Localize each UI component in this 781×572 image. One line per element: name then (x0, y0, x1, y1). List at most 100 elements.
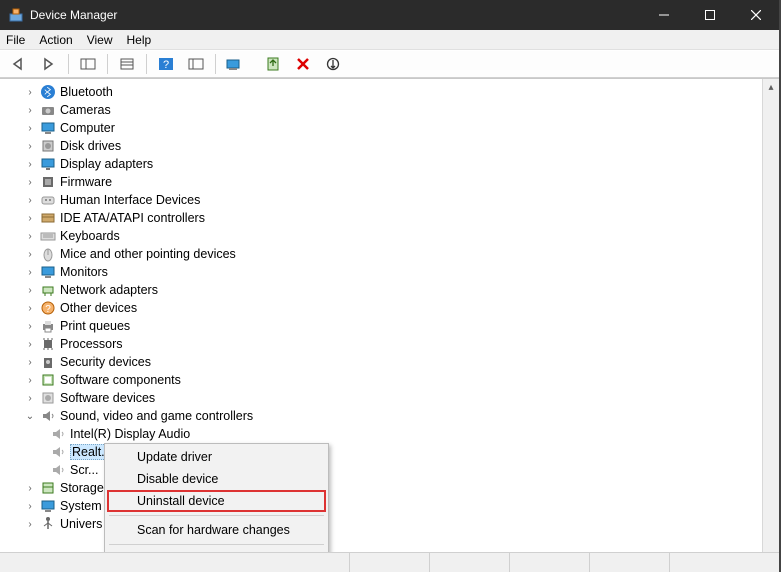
tree-item-label: Storage (60, 481, 104, 495)
tree-item[interactable]: ›Mice and other pointing devices (0, 245, 762, 263)
tree-item[interactable]: › Print queues (0, 317, 762, 335)
firmware-icon (40, 174, 56, 190)
close-button[interactable] (733, 0, 779, 30)
chevron-right-icon[interactable]: › (24, 230, 36, 242)
tree-item[interactable]: ›Display adapters (0, 155, 762, 173)
tree-item[interactable]: ›Disk drives (0, 137, 762, 155)
tree-item-label: Monitors (60, 265, 108, 279)
menu-file[interactable]: File (6, 33, 25, 47)
minimize-button[interactable] (641, 0, 687, 30)
tree-item[interactable]: › Computer (0, 119, 762, 137)
context-menu-item[interactable]: Uninstall device (107, 490, 326, 512)
chevron-right-icon[interactable]: › (24, 86, 36, 98)
menu-action[interactable]: Action (39, 33, 72, 47)
tree-item[interactable]: ›Cameras (0, 101, 762, 119)
tree-item[interactable]: ⌄ Sound, video and game controllers (0, 407, 762, 425)
softcomp-icon (40, 372, 56, 388)
context-menu-item[interactable]: Update driver (107, 446, 326, 468)
uninstall-button[interactable] (291, 53, 315, 75)
menu-help[interactable]: Help (127, 33, 152, 47)
chevron-right-icon[interactable]: › (24, 248, 36, 260)
audio-icon (50, 444, 66, 460)
context-menu-item[interactable]: Disable device (107, 468, 326, 490)
ide-icon (40, 210, 56, 226)
chevron-right-icon[interactable]: › (24, 266, 36, 278)
chevron-right-icon[interactable]: › (24, 518, 36, 530)
toolbar: ? (0, 50, 779, 78)
tree-child-item[interactable]: Intel(R) Display Audio (0, 425, 762, 443)
chevron-right-icon[interactable]: › (24, 338, 36, 350)
back-button[interactable] (7, 53, 31, 75)
camera-icon (40, 102, 56, 118)
scroll-up-icon[interactable]: ▴ (763, 79, 779, 96)
storage-icon (40, 480, 56, 496)
tree-item-label: Human Interface Devices (60, 193, 200, 207)
vertical-scrollbar[interactable]: ▴ (762, 79, 779, 552)
chevron-right-icon[interactable]: › (24, 302, 36, 314)
cpu-icon (40, 336, 56, 352)
chevron-right-icon[interactable]: › (24, 392, 36, 404)
chevron-right-icon[interactable]: › (24, 374, 36, 386)
tree-item-label: Univers (60, 517, 102, 531)
tree-item[interactable]: ›Software devices (0, 389, 762, 407)
chevron-right-icon[interactable]: › (24, 140, 36, 152)
system-icon (40, 498, 56, 514)
context-menu-item[interactable]: Properties (107, 548, 326, 552)
mouse-icon (40, 246, 56, 262)
disk-icon (40, 138, 56, 154)
chevron-right-icon[interactable]: › (24, 212, 36, 224)
tree-item[interactable]: › Security devices (0, 353, 762, 371)
chevron-right-icon[interactable]: › (24, 104, 36, 116)
chevron-right-icon[interactable]: › (24, 194, 36, 206)
chevron-right-icon[interactable]: › (24, 122, 36, 134)
tree-item[interactable]: › Human Interface Devices (0, 191, 762, 209)
tree-item[interactable]: › Firmware (0, 173, 762, 191)
tree-item-label: Bluetooth (60, 85, 113, 99)
audio-icon (50, 462, 66, 478)
context-menu-separator (109, 544, 324, 545)
app-icon (8, 7, 24, 23)
tree-item[interactable]: ›IDE ATA/ATAPI controllers (0, 209, 762, 227)
tree-item[interactable]: ›Keyboards (0, 227, 762, 245)
tree-item[interactable]: ›Software components (0, 371, 762, 389)
computer-icon (40, 120, 56, 136)
chevron-down-icon[interactable]: ⌄ (24, 410, 36, 422)
tree-item-label: Network adapters (60, 283, 158, 297)
chevron-right-icon[interactable]: › (24, 176, 36, 188)
tree-item[interactable]: › Bluetooth (0, 83, 762, 101)
tree-item-label: Security devices (60, 355, 151, 369)
context-menu-item[interactable]: Scan for hardware changes (107, 519, 326, 541)
chevron-right-icon[interactable]: › (24, 356, 36, 368)
tree-item-label: Computer (60, 121, 115, 135)
chevron-right-icon[interactable]: › (24, 482, 36, 494)
tree-item[interactable]: › Monitors (0, 263, 762, 281)
tree-item[interactable]: ›Processors (0, 335, 762, 353)
tree-item-label: Firmware (60, 175, 112, 189)
menubar: File Action View Help (0, 30, 779, 50)
tree-item[interactable]: › Network adapters (0, 281, 762, 299)
maximize-button[interactable] (687, 0, 733, 30)
audio-icon (50, 426, 66, 442)
update-driver-button[interactable] (261, 53, 285, 75)
chevron-right-icon[interactable]: › (24, 320, 36, 332)
enable-button[interactable] (321, 53, 345, 75)
help-button[interactable]: ? (154, 53, 178, 75)
softdev-icon (40, 390, 56, 406)
menu-view[interactable]: View (87, 33, 113, 47)
context-menu: Update driverDisable deviceUninstall dev… (104, 443, 329, 552)
window-title: Device Manager (30, 8, 117, 22)
forward-button[interactable] (37, 53, 61, 75)
scan-hardware-button[interactable] (223, 53, 247, 75)
tree-item-label: Intel(R) Display Audio (70, 427, 190, 441)
printer-icon (40, 318, 56, 334)
chevron-right-icon[interactable]: › (24, 284, 36, 296)
usb-icon (40, 516, 56, 532)
tree-item[interactable]: ›?Other devices (0, 299, 762, 317)
show-hide-console-button[interactable] (76, 53, 100, 75)
tree-item-label: Print queues (60, 319, 130, 333)
properties-button[interactable] (115, 53, 139, 75)
tree-item-label: Sound, video and game controllers (60, 409, 253, 423)
action-button[interactable] (184, 53, 208, 75)
chevron-right-icon[interactable]: › (24, 500, 36, 512)
chevron-right-icon[interactable]: › (24, 158, 36, 170)
